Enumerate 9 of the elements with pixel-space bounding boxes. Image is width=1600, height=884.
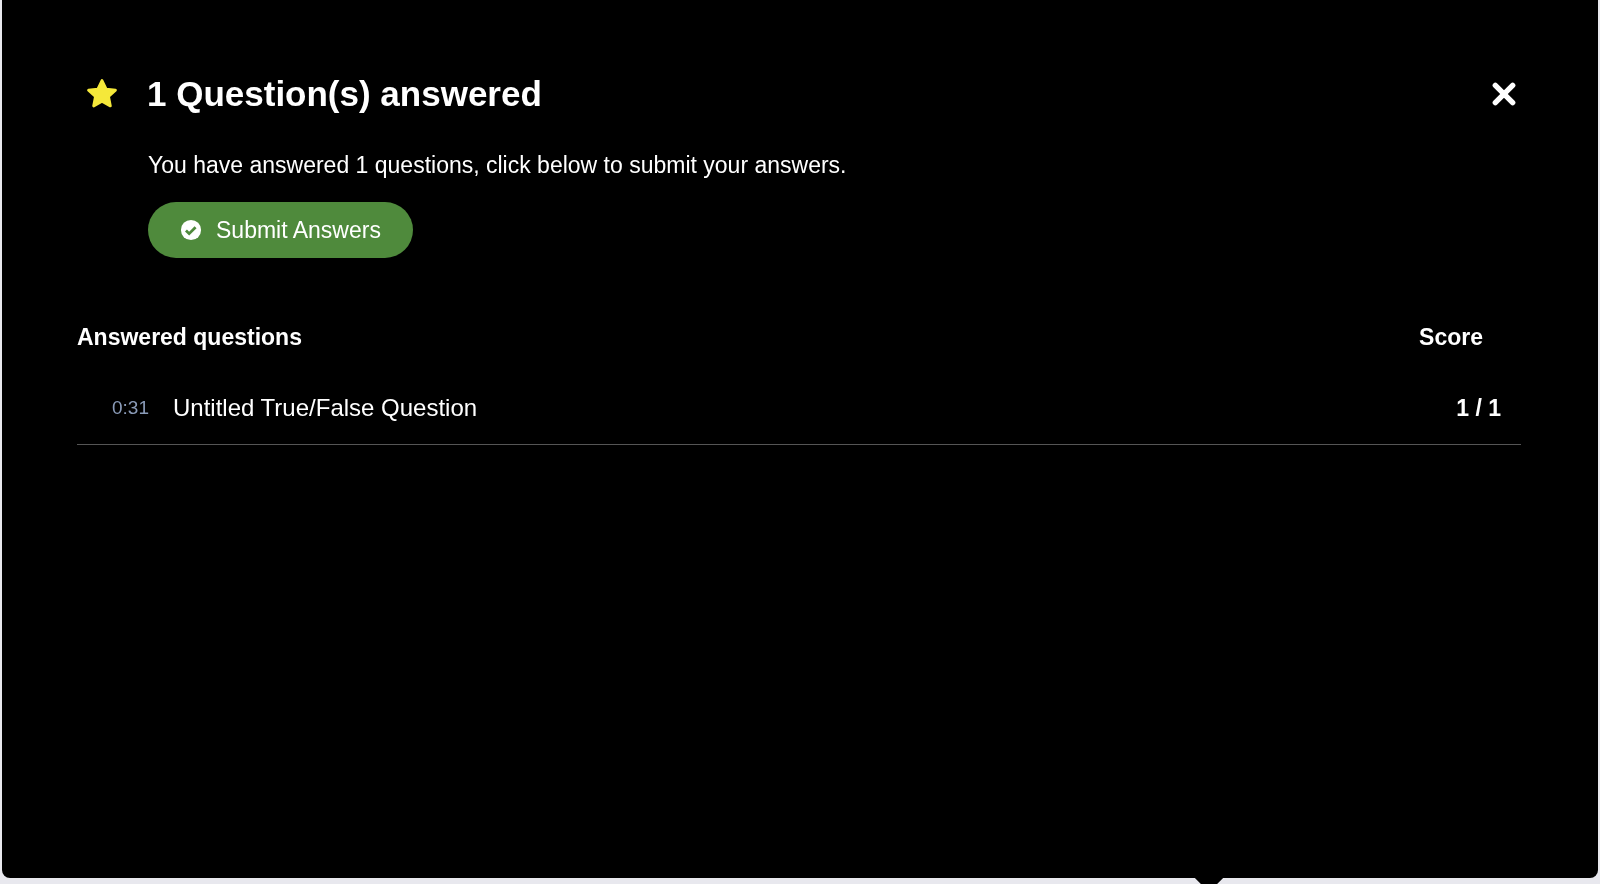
question-score: 1 / 1: [1456, 394, 1501, 423]
answer-time: 0:31: [112, 396, 149, 420]
check-circle-icon: [180, 218, 202, 241]
submit-answers-button[interactable]: Submit Answers: [148, 201, 413, 258]
column-header: Score: [1419, 322, 1483, 352]
dialog-title: 1 Question(s) answered: [147, 76, 542, 111]
question-title: Untitled True/False Question: [173, 393, 478, 424]
instruction-text: You have answered 1 questions, click below to submit your answers.: [148, 151, 848, 180]
column-header: Answered questions: [77, 322, 302, 352]
